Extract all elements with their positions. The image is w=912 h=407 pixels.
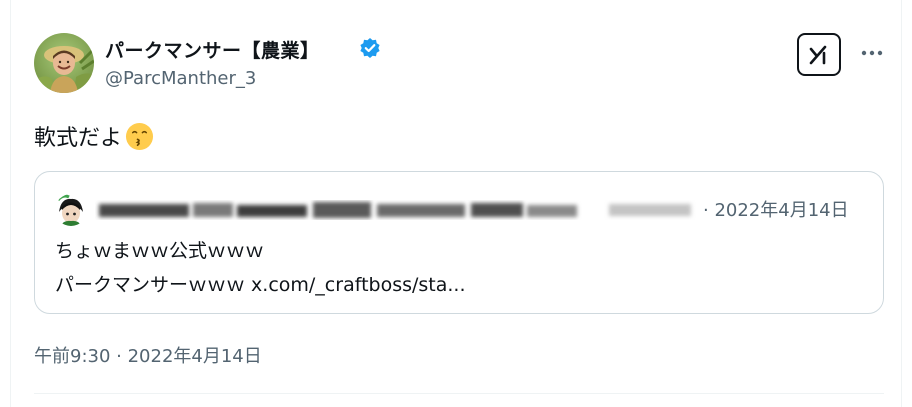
author-avatar[interactable]	[34, 33, 94, 93]
tweet-card: パークマンサー【農業】 @ParcManther_3 軟式だよ · 2022年4…	[10, 0, 902, 407]
quoted-tweet-link[interactable]: x.com/_craftboss/sta...	[251, 274, 465, 296]
divider	[34, 393, 884, 394]
author-display-name[interactable]: パークマンサー【農業】	[105, 36, 320, 63]
quoted-author-avatar[interactable]	[55, 194, 87, 226]
grok-icon	[809, 45, 827, 64]
verified-badge-icon	[360, 38, 380, 58]
quoted-tweet-date: · 2022年4月14日	[703, 200, 849, 221]
tweet-text: 軟式だよ	[34, 120, 154, 152]
quoted-tweet-text-line1: ちょｗまｗｗ公式ｗｗｗ	[55, 240, 265, 262]
tweet-text-content: 軟式だよ	[34, 126, 123, 151]
quoted-author-name-redacted	[99, 202, 691, 218]
more-options-button[interactable]	[857, 38, 887, 68]
grok-button[interactable]	[797, 33, 841, 76]
kissing-face-icon	[125, 122, 154, 150]
quoted-tweet[interactable]: · 2022年4月14日 ちょｗまｗｗ公式ｗｗｗ パークマンサーｗｗｗ x.co…	[34, 171, 884, 314]
more-horizontal-icon	[861, 50, 883, 56]
quoted-tweet-text-line2-content: パークマンサーｗｗｗ	[55, 274, 252, 296]
author-handle[interactable]: @ParcManther_3	[105, 68, 256, 89]
quoted-tweet-text-line2: パークマンサーｗｗｗ x.com/_craftboss/sta...	[55, 270, 466, 297]
tweet-timestamp[interactable]: 午前9:30 · 2022年4月14日	[34, 342, 262, 368]
